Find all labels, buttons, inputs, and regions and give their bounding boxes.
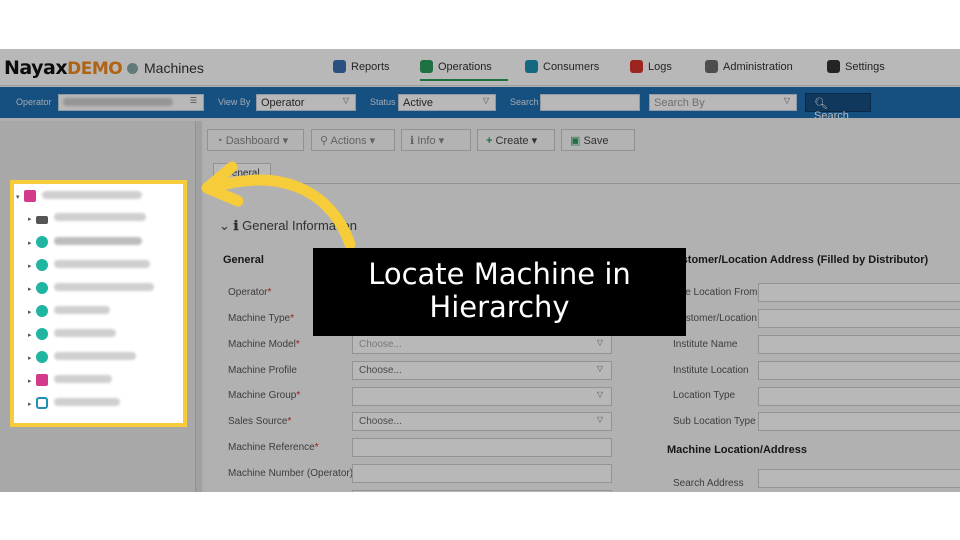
caption-line-2: Hierarchy <box>429 290 570 324</box>
caption-line-1: Locate Machine in <box>368 257 631 291</box>
caption-box: Locate Machine in Hierarchy <box>313 248 686 336</box>
app-window: NayaxDEMO Machines Reports Operations Co… <box>0 49 960 492</box>
